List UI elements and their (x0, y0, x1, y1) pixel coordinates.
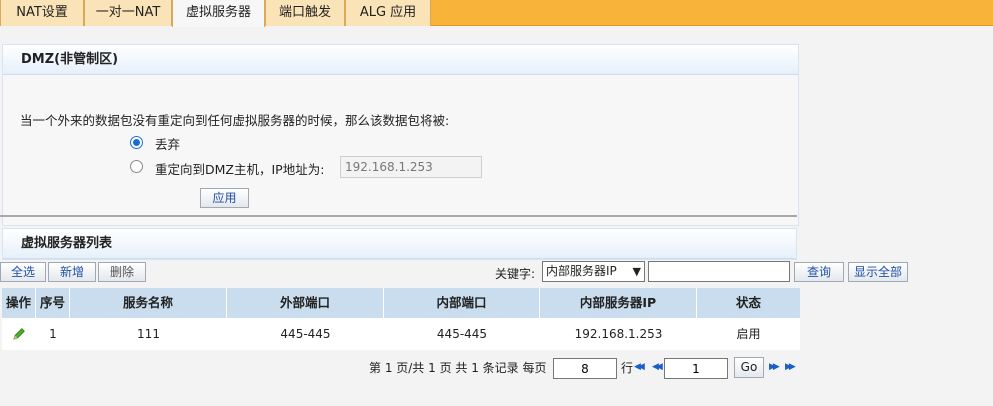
col-header-index: 序号 (36, 288, 70, 318)
dmz-ip-input[interactable] (340, 156, 482, 178)
row-unit-label: 行 (621, 361, 634, 375)
tab-one-to-one-nat[interactable]: 一对一NAT (84, 0, 172, 26)
next-page-icon[interactable]: ▶▶ (769, 361, 780, 373)
discard-label: 丢弃 (155, 137, 181, 152)
delete-button[interactable]: 删除 (98, 262, 146, 282)
tab-alg[interactable]: ALG 应用 (345, 0, 431, 26)
tab-nat-settings[interactable]: NAT设置 (0, 0, 84, 26)
go-button[interactable]: Go (734, 357, 764, 378)
query-button[interactable]: 查询 (794, 262, 844, 282)
pager-summary: 第 1 页/共 1 页 共 1 条记录 每页 (369, 361, 547, 375)
per-page-input[interactable] (553, 358, 617, 379)
show-all-button[interactable]: 显示全部 (848, 262, 908, 282)
chevron-down-icon: ▼ (632, 265, 641, 278)
pencil-icon[interactable] (12, 327, 26, 341)
vs-list-panel: 虚拟服务器列表 (2, 228, 797, 260)
row-status: 启用 (697, 318, 800, 350)
row-service-name: 111 (70, 318, 227, 350)
col-header-internal-ip: 内部服务器IP (540, 288, 697, 318)
redirect-label: 重定向到DMZ主机，IP地址为: (155, 162, 325, 177)
select-all-button[interactable]: 全选 (0, 262, 46, 282)
last-page-icon[interactable]: ▶▶ (785, 361, 796, 373)
top-tab-bar: NAT设置 一对一NAT 虚拟服务器 端口触发 ALG 应用 (0, 0, 993, 27)
discard-radio[interactable] (130, 136, 143, 149)
keyword-select[interactable]: 内部服务器IP ▼ (542, 261, 645, 282)
apply-button[interactable]: 应用 (200, 188, 249, 208)
row-index: 1 (36, 318, 70, 350)
row-internal-port: 445-445 (384, 318, 540, 350)
keyword-label: 关键字: (495, 267, 536, 281)
section-divider (0, 215, 797, 217)
tab-virtual-server[interactable]: 虚拟服务器 (172, 0, 265, 27)
tab-port-trigger[interactable]: 端口触发 (265, 0, 345, 26)
row-external-port: 445-445 (227, 318, 384, 350)
redirect-radio[interactable] (130, 160, 143, 173)
add-button[interactable]: 新增 (48, 262, 96, 282)
dmz-panel: DMZ(非管制区) (2, 44, 799, 226)
vs-list-title: 虚拟服务器列表 (3, 229, 796, 259)
col-header-internal-port: 内部端口 (384, 288, 540, 318)
col-header-external-port: 外部端口 (227, 288, 384, 318)
col-header-status: 状态 (697, 288, 800, 318)
row-internal-ip: 192.168.1.253 (540, 318, 697, 350)
col-header-service-name: 服务名称 (70, 288, 227, 318)
keyword-select-value: 内部服务器IP (546, 264, 617, 278)
page-input[interactable] (664, 358, 728, 379)
search-input[interactable] (648, 261, 790, 282)
col-header-action: 操作 (2, 288, 36, 318)
edit-cell (2, 318, 36, 350)
dmz-description: 当一个外来的数据包没有重定向到任何虚拟服务器的时候，那么该数据包将被: (20, 113, 450, 128)
dmz-title: DMZ(非管制区) (3, 45, 798, 75)
prev-page-icon[interactable]: ◀◀ (652, 361, 663, 373)
first-page-icon[interactable]: ◀◀ (634, 361, 645, 373)
